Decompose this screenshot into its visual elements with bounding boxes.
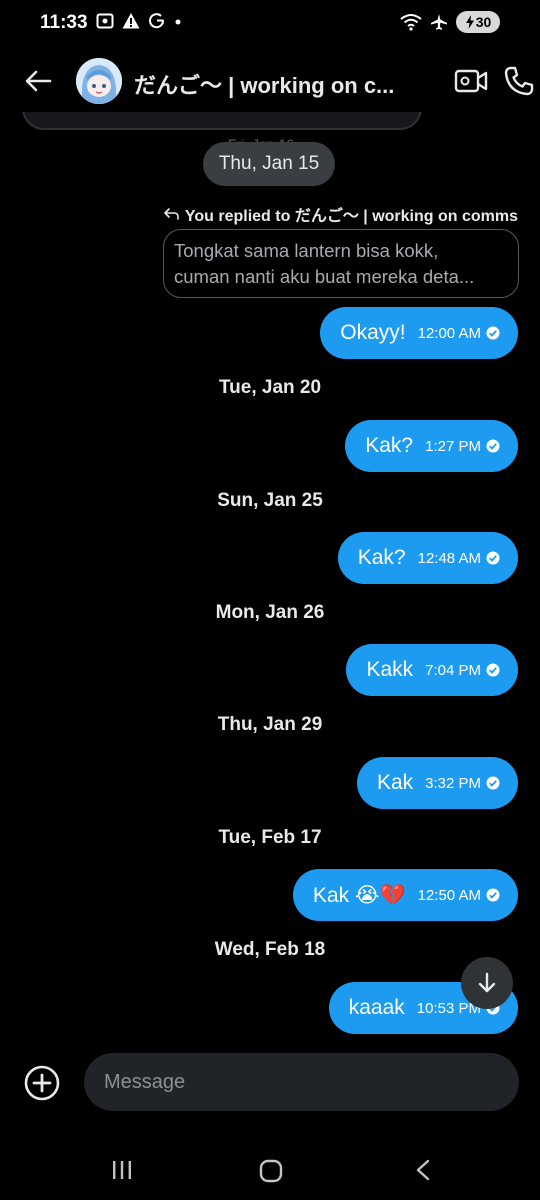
battery-level: 30 [475, 14, 492, 30]
message-text: Kak 😭💔 [312, 883, 406, 907]
reply-context-label: You replied to だんご〜 | working on comms [184, 208, 518, 225]
recent-apps-icon[interactable] [110, 1158, 134, 1182]
arrow-down-icon [478, 972, 496, 993]
system-navigation-bar [0, 1140, 540, 1200]
sent-check-icon [486, 439, 500, 453]
message-text: Kak? [365, 434, 414, 457]
phone-call-icon[interactable] [502, 64, 536, 98]
warning-icon [122, 13, 140, 29]
status-notification-icons [96, 12, 182, 30]
message-text: Kakk [366, 658, 414, 681]
message-time: 12:50 AM [417, 886, 481, 904]
reply-context: You replied to だんご〜 | working on comms [163, 202, 518, 226]
previous-message-bubble[interactable] [22, 112, 422, 130]
screenshot-icon [96, 13, 114, 29]
message-time: 7:04 PM [425, 661, 481, 679]
date-separator: Mon, Jan 26 [215, 602, 325, 623]
date-separator: Thu, Jan 29 [217, 714, 323, 735]
message-bubble[interactable]: Kak 3:32 PM [356, 757, 518, 809]
status-time: 11:33 [40, 12, 88, 33]
message-text: Kak [376, 771, 414, 794]
message-text: Kak? [357, 546, 406, 569]
conversation-header: だんご〜 | working on c... [0, 50, 540, 112]
status-bar: 11:33 30 [0, 0, 540, 46]
sent-check-icon [486, 551, 500, 565]
avatar[interactable] [76, 58, 122, 104]
charging-icon [465, 15, 474, 29]
quoted-message[interactable]: Tongkat sama lantern bisa kokk, cuman na… [163, 229, 519, 298]
message-bubble[interactable]: Kak? 1:27 PM [345, 420, 518, 472]
message-time: 3:32 PM [425, 774, 481, 792]
airplane-icon [431, 14, 447, 30]
message-time: 12:00 AM [417, 324, 481, 342]
message-input[interactable] [84, 1053, 519, 1111]
date-separator: Tue, Feb 17 [218, 827, 322, 848]
google-icon [149, 13, 165, 29]
message-bubble[interactable]: Kak 😭💔 12:50 AM [292, 869, 518, 921]
battery-indicator: 30 [456, 11, 500, 33]
dot-icon [175, 19, 181, 25]
avatar-image [76, 58, 122, 104]
nav-back-icon[interactable] [412, 1158, 434, 1182]
message-composer [0, 1050, 540, 1114]
sent-check-icon [486, 776, 500, 790]
message-bubble[interactable]: Okayy! 12:00 AM [320, 307, 518, 359]
message-bubble[interactable]: Kak? 12:48 AM [337, 532, 518, 584]
wifi-icon [400, 14, 422, 31]
message-time: 12:48 AM [417, 549, 481, 567]
date-separator: Sun, Jan 25 [217, 490, 323, 511]
message-bubble[interactable]: Kakk 7:04 PM [346, 644, 518, 696]
scroll-to-bottom-button[interactable] [461, 957, 513, 1009]
conversation-title[interactable]: だんご〜 | working on c... [134, 68, 424, 100]
date-separator: Wed, Feb 18 [214, 939, 326, 960]
reply-icon [164, 208, 179, 220]
home-icon[interactable] [258, 1158, 284, 1184]
message-list[interactable]: Fri, Jan 16 Thu, Jan 15 You replied to だ… [0, 112, 540, 1042]
sent-check-icon [486, 663, 500, 677]
video-call-icon[interactable] [454, 66, 488, 96]
date-separator: Tue, Jan 20 [218, 377, 322, 398]
message-time: 1:27 PM [425, 437, 481, 455]
status-system-icons: 30 [400, 11, 500, 33]
quoted-message-line-2: cuman nanti aku buat mereka deta... [174, 266, 475, 287]
sent-check-icon [486, 326, 500, 340]
back-arrow-icon[interactable] [22, 64, 56, 98]
message-text: kaaak [348, 996, 405, 1019]
add-attachment-icon[interactable] [24, 1065, 60, 1101]
quoted-message-line-1: Tongkat sama lantern bisa kokk, [174, 240, 439, 261]
message-text: Okayy! [340, 321, 406, 344]
sent-check-icon [486, 888, 500, 902]
sticky-date-pill: Thu, Jan 15 [203, 142, 335, 186]
